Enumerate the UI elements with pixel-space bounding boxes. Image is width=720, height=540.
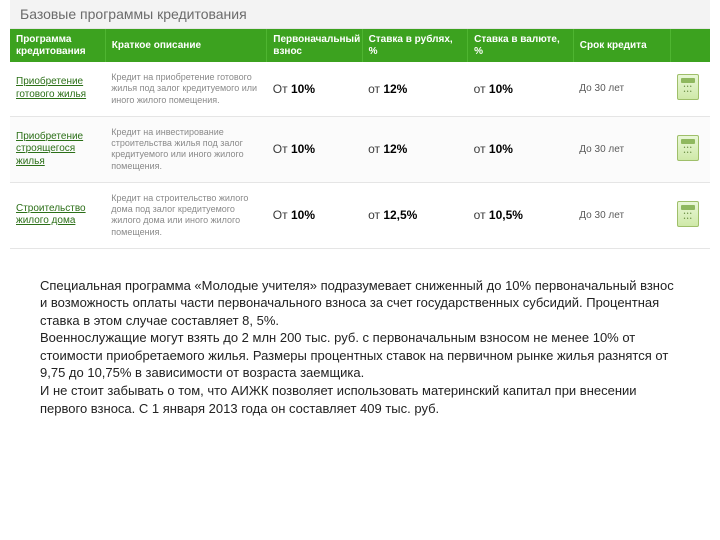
- rate-val: от 10%: [474, 82, 513, 96]
- down-payment: От 10%: [273, 142, 315, 156]
- program-desc: Кредит на приобретение готового жилья по…: [111, 72, 257, 105]
- programs-table: Программа кредитования Краткое описание …: [10, 29, 710, 249]
- th-rub: Ставка в рублях, %: [362, 29, 468, 62]
- th-icon: [671, 29, 710, 62]
- down-payment: От 10%: [273, 82, 315, 96]
- program-link[interactable]: Строительство жилого дома: [16, 203, 99, 228]
- rate-rub: от 12%: [368, 82, 407, 96]
- term: До 30 лет: [579, 144, 624, 155]
- paragraph: Специальная программа «Молодые учителя» …: [40, 277, 680, 330]
- rate-val: от 10%: [474, 142, 513, 156]
- description-text: Специальная программа «Молодые учителя» …: [0, 249, 720, 427]
- th-term: Срок кредита: [573, 29, 670, 62]
- rate-val: от 10,5%: [474, 208, 523, 222]
- term: До 30 лет: [579, 83, 624, 94]
- table-row: Приобретение строящегося жилья Кредит на …: [10, 116, 710, 182]
- table-header-row: Программа кредитования Краткое описание …: [10, 29, 710, 62]
- calculator-icon[interactable]: [677, 74, 699, 100]
- th-program: Программа кредитования: [10, 29, 105, 62]
- table-row: Строительство жилого дома Кредит на строи…: [10, 182, 710, 248]
- th-desc: Краткое описание: [105, 29, 267, 62]
- table-row: Приобретение готового жилья Кредит на при…: [10, 62, 710, 116]
- program-link[interactable]: Приобретение строящегося жилья: [16, 131, 99, 169]
- term: До 30 лет: [579, 210, 624, 221]
- rate-rub: от 12,5%: [368, 208, 417, 222]
- panel-title: Базовые программы кредитования: [10, 0, 710, 29]
- rate-rub: от 12%: [368, 142, 407, 156]
- calculator-icon[interactable]: [677, 135, 699, 161]
- down-payment: От 10%: [273, 208, 315, 222]
- program-link[interactable]: Приобретение готового жилья: [16, 76, 99, 101]
- paragraph: И не стоит забывать о том, что АИЖК позв…: [40, 382, 680, 417]
- calculator-icon[interactable]: [677, 201, 699, 227]
- th-down: Первоначальный взнос: [267, 29, 362, 62]
- paragraph: Военнослужащие могут взять до 2 млн 200 …: [40, 329, 680, 382]
- program-desc: Кредит на строительство жилого дома под …: [111, 193, 248, 237]
- program-desc: Кредит на инвестирование строительства ж…: [111, 127, 243, 171]
- th-val: Ставка в валюте, %: [468, 29, 574, 62]
